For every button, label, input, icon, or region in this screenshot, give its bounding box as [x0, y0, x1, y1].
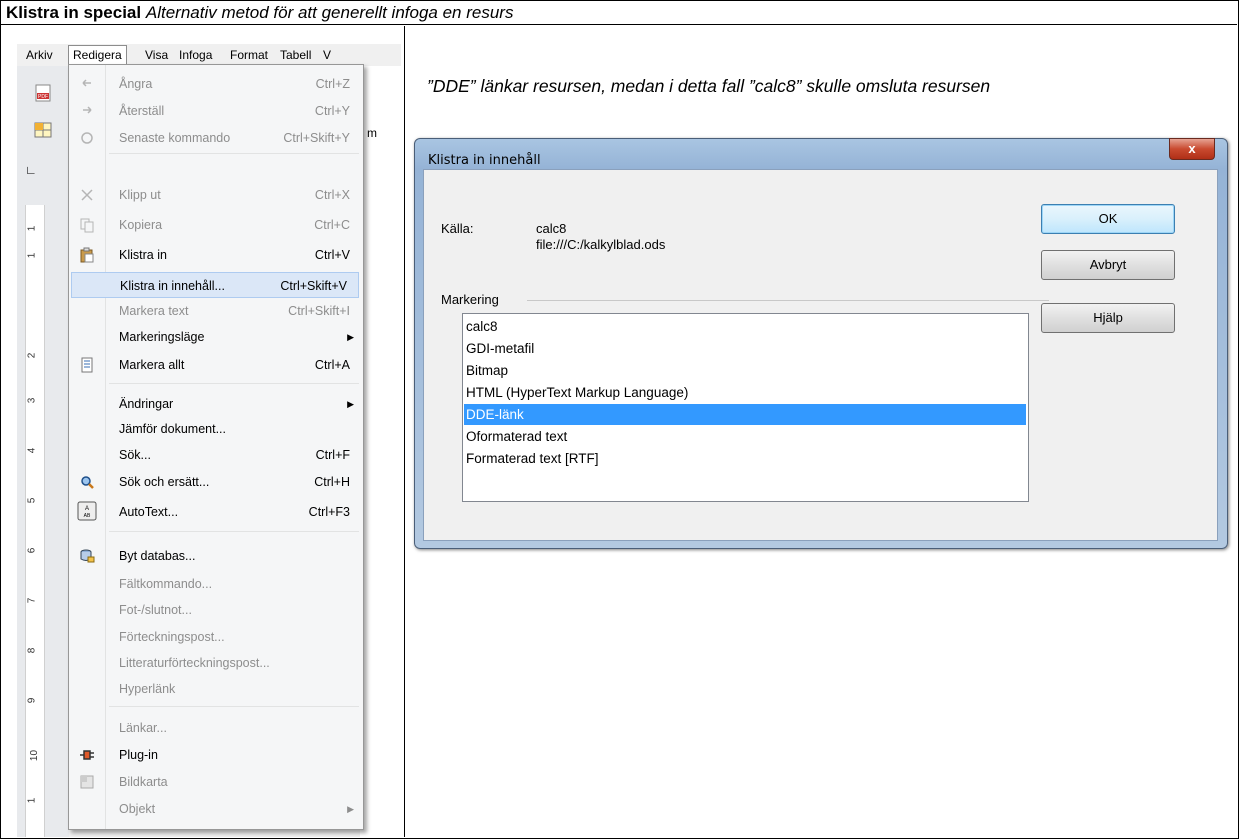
menu-item-changes[interactable]: Ändringar ▶ — [69, 391, 363, 417]
ruler-number: 1 — [26, 797, 38, 804]
source-file: file:///C:/kalkylblad.ods — [536, 237, 666, 252]
menu-item-copy[interactable]: Kopiera Ctrl+C — [69, 212, 363, 238]
ok-button[interactable]: OK — [1041, 204, 1175, 234]
menu-item-hyperlink[interactable]: Hyperlänk — [69, 676, 363, 702]
menu-item-index-entry[interactable]: Förteckningspost... — [69, 624, 363, 650]
find-replace-icon — [81, 476, 94, 489]
heading: Klistra in special Alternativ metod för … — [0, 0, 1237, 25]
ruler-number: 3 — [26, 397, 38, 404]
menu-arkiv[interactable]: Arkiv — [26, 48, 53, 62]
selection-legend: Markering — [441, 292, 499, 307]
undo-icon — [82, 79, 91, 87]
menu-item-compare[interactable]: Jämför dokument... — [69, 416, 363, 442]
submenu-arrow-icon: ▶ — [347, 804, 354, 814]
ruler-number: 5 — [26, 497, 38, 504]
menu-item-select-text[interactable]: Markera text Ctrl+Skift+I — [69, 298, 363, 324]
menu-item-plugin[interactable]: Plug-in — [69, 742, 363, 768]
menu-item-links[interactable]: Länkar... — [69, 715, 363, 741]
menu-item-select-all[interactable]: Markera allt Ctrl+A — [69, 352, 363, 378]
menu-item-object[interactable]: Objekt ▶ — [69, 796, 363, 822]
svg-text:AB: AB — [84, 513, 91, 519]
plugin-icon — [80, 750, 94, 760]
export-pdf-icon[interactable]: PDF — [33, 84, 53, 102]
menu-infoga[interactable]: Infoga — [179, 48, 212, 62]
submenu-arrow-icon: ▶ — [347, 332, 354, 342]
caption: ”DDE” länkar resursen, medan i detta fal… — [427, 76, 991, 96]
menu-item-cut[interactable]: Klipp ut Ctrl+X — [69, 182, 363, 208]
ruler-number: 7 — [26, 597, 38, 604]
heading-bold: Klistra in special — [6, 3, 142, 22]
copy-icon — [80, 218, 94, 233]
menu-item-find-replace[interactable]: Sök och ersätt... Ctrl+H — [69, 469, 363, 495]
database-icon — [80, 549, 95, 563]
menu-item-selection-mode[interactable]: Markeringsläge ▶ — [69, 324, 363, 350]
close-button[interactable]: x — [1169, 138, 1215, 160]
ruler-number: 8 — [26, 647, 38, 654]
edit-menu: Ångra Ctrl+Z Återställ Ctrl+Y Senaste komm… — [68, 64, 364, 830]
menu-item-paste-special[interactable]: Klistra in innehåll... Ctrl+Skift+V — [71, 272, 359, 298]
submenu-arrow-icon: ▶ — [347, 399, 354, 409]
menu-redigera[interactable]: Redigera — [68, 45, 127, 64]
menu-format[interactable]: Format — [230, 48, 268, 62]
ruler-number: 2 — [26, 352, 38, 359]
dialog-title: Klistra in innehåll — [428, 153, 541, 168]
menu-item-paste[interactable]: Klistra in Ctrl+V — [69, 242, 363, 268]
heading-italic: Alternativ metod för att generellt infog… — [145, 3, 514, 22]
menu-item-image-map[interactable]: Bildkarta — [69, 769, 363, 795]
menu-item-undo[interactable]: Ångra Ctrl+Z — [69, 71, 363, 97]
list-item[interactable]: HTML (HyperText Markup Language) — [464, 382, 1026, 403]
repeat-icon — [81, 132, 93, 144]
menu-tabell[interactable]: Tabell — [280, 48, 311, 62]
list-item[interactable]: Oformaterad text — [464, 426, 1026, 447]
cut-icon — [81, 189, 93, 201]
ruler-number: 10 — [29, 749, 41, 762]
menu-item-find[interactable]: Sök... Ctrl+F — [69, 442, 363, 468]
menu-item-redo[interactable]: Återställ Ctrl+Y — [69, 98, 363, 124]
list-item-selected[interactable]: DDE-länk — [464, 404, 1026, 425]
divider — [527, 300, 1049, 301]
redo-icon — [83, 106, 92, 114]
ruler-number: 6 — [26, 547, 38, 554]
paste-icon — [80, 247, 94, 263]
source-label: Källa: — [441, 221, 474, 236]
list-item[interactable]: Formaterad text [RTF] — [464, 448, 1026, 469]
svg-text:PDF: PDF — [38, 94, 48, 100]
ruler-number: 9 — [26, 697, 38, 704]
svg-text:A: A — [85, 506, 89, 512]
menu-item-field-command[interactable]: Fältkommando... — [69, 571, 363, 597]
column-divider — [404, 26, 405, 837]
ruler-number: 4 — [26, 447, 38, 454]
menu-v[interactable]: V — [323, 48, 331, 62]
list-item[interactable]: calc8 — [464, 316, 1026, 337]
help-button[interactable]: Hjälp — [1041, 303, 1175, 333]
ruler-corner: ∟ — [25, 163, 37, 177]
ruler-number: 1 — [26, 252, 38, 259]
menu-item-change-database[interactable]: Byt databas... — [69, 543, 363, 569]
imagemap-icon — [80, 775, 94, 789]
dialog-body: Källa: calc8 file:///C:/kalkylblad.ods M… — [423, 169, 1218, 541]
source-name: calc8 — [536, 221, 567, 236]
format-list[interactable]: calc8 GDI-metafil Bitmap HTML (HyperText… — [462, 313, 1029, 502]
list-item[interactable]: GDI-metafil — [464, 338, 1026, 359]
autotext-icon: AAB — [77, 501, 97, 521]
paste-special-dialog: Klistra in innehåll x Källa: calc8 file:… — [414, 138, 1228, 549]
select-all-icon — [81, 357, 93, 373]
document-area: m — [360, 66, 401, 837]
menu-item-bibliography-entry[interactable]: Litteraturförteckningspost... — [69, 650, 363, 676]
menu-item-footnote[interactable]: Fot-/slutnot... — [69, 597, 363, 623]
menubar: Arkiv Redigera Visa Infoga Format Tabell… — [17, 44, 401, 66]
menu-item-repeat[interactable]: Senaste kommando Ctrl+Skift+Y — [69, 125, 363, 151]
cancel-button[interactable]: Avbryt — [1041, 250, 1175, 280]
vertical-ruler: 1 1 2 3 4 5 6 7 8 9 10 1 — [25, 205, 45, 837]
menu-item-autotext[interactable]: A AB AutoText... Ctrl+F3 — [69, 499, 363, 525]
ruler-number: 1 — [26, 225, 38, 232]
list-item[interactable]: Bitmap — [464, 360, 1026, 381]
table-icon[interactable] — [33, 121, 53, 139]
menu-visa[interactable]: Visa — [145, 48, 168, 62]
